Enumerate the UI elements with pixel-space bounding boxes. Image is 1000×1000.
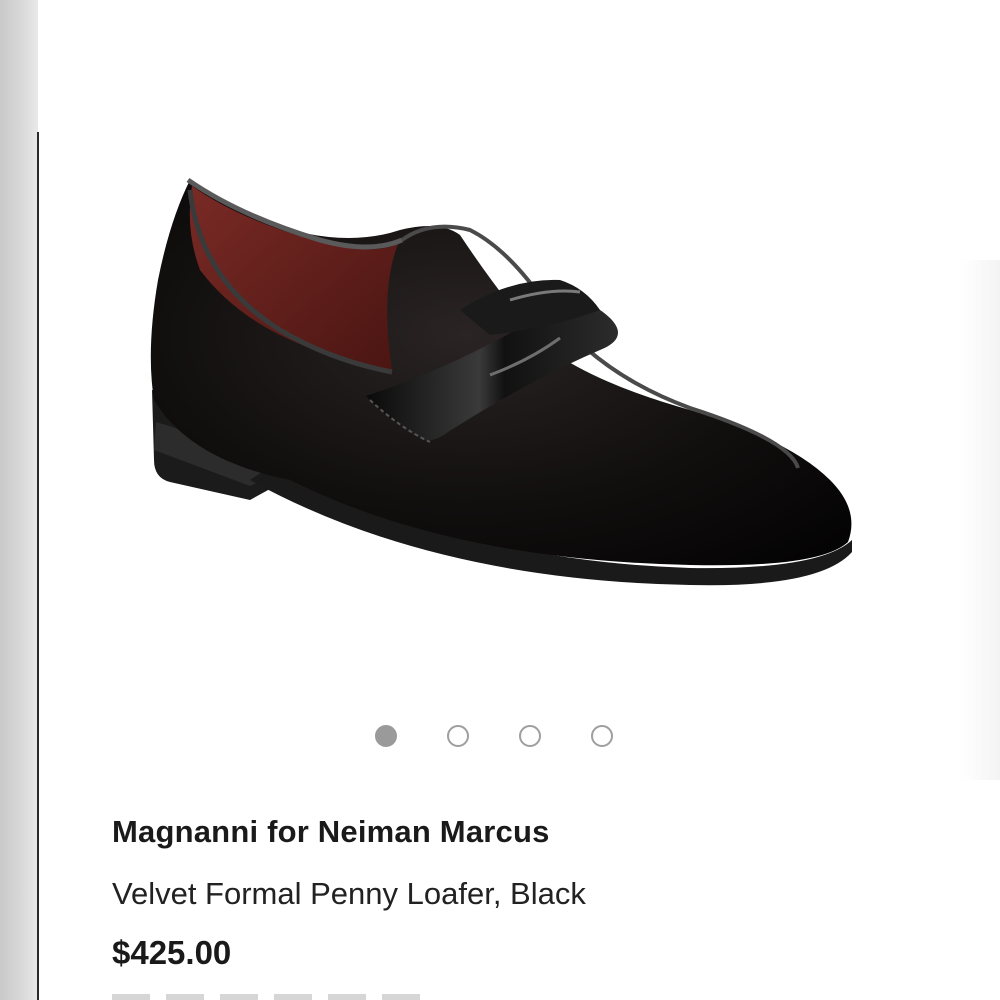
screen-edge-shadow (960, 260, 1000, 780)
carousel-dot-4[interactable] (591, 725, 613, 747)
product-price: $425.00 (112, 934, 232, 971)
loafer-shoe-photo (150, 177, 852, 586)
carousel-dot-3[interactable] (519, 725, 541, 747)
carousel-dot-2[interactable] (447, 725, 469, 747)
cropped-text-line (112, 994, 432, 1000)
product-name[interactable]: Velvet Formal Penny Loafer, Black (112, 876, 586, 912)
product-image[interactable] (130, 160, 870, 600)
device-left-edge (0, 0, 38, 1000)
image-carousel-dots (375, 722, 635, 750)
product-brand[interactable]: Magnanni for Neiman Marcus (112, 814, 550, 850)
divider-line (37, 132, 39, 1000)
carousel-dot-1[interactable] (375, 725, 397, 747)
